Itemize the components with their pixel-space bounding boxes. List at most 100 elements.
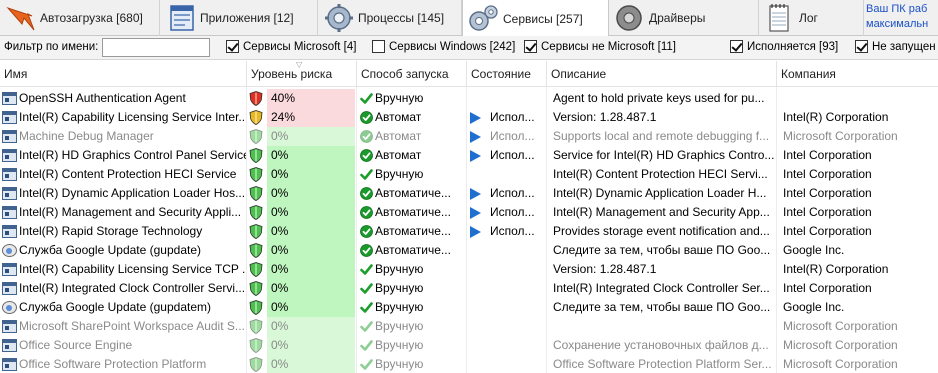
table-row[interactable]: Служба Google Update (gupdate) 0% Автомати… xyxy=(0,241,938,260)
table-row[interactable]: Intel(R) Capability Licensing Service TC… xyxy=(0,260,938,279)
tab-log[interactable]: Лог xyxy=(759,0,864,36)
table-row[interactable]: Intel(R) Integrated Clock Controller Ser… xyxy=(0,279,938,298)
running-play-icon xyxy=(470,188,481,200)
state-text: Испол... xyxy=(490,186,535,200)
running-play-icon xyxy=(470,226,481,238)
description-cell: Provides storage event notification and.… xyxy=(553,224,770,238)
company-cell: Microsoft Corporation xyxy=(783,338,898,352)
description-cell xyxy=(553,317,775,336)
table-row[interactable]: Intel(R) Capability Licensing Service In… xyxy=(0,108,938,127)
checkbox-non-microsoft-services[interactable]: Сервисы не Microsoft [11] xyxy=(524,40,676,53)
state-cell xyxy=(469,89,548,108)
service-name: Служба Google Update (gupdatem) xyxy=(19,300,211,314)
google-service-icon xyxy=(2,301,17,314)
table-row[interactable]: Intel(R) Content Protection HECI Service… xyxy=(0,165,938,184)
company-cell: Google Inc. xyxy=(783,243,845,257)
table-row[interactable]: Intel(R) HD Graphics Control Panel Servi… xyxy=(0,146,938,165)
service-name-cell: Intel(R) HD Graphics Control Panel Servi… xyxy=(0,146,246,165)
risk-level-cell: 0% xyxy=(249,260,355,279)
table-row[interactable]: Intel(R) Rapid Storage Technology 0% Автом… xyxy=(0,222,938,241)
company-cell: Intel Corporation xyxy=(783,167,872,181)
checkbox-box[interactable] xyxy=(372,40,385,53)
service-name: Office Source Engine xyxy=(19,338,133,352)
description-cell: Supports local and remote debugging f... xyxy=(553,129,770,143)
service-name-cell: Office Source Engine xyxy=(0,336,246,355)
company-cell: Intel(R) Corporation xyxy=(783,262,889,276)
service-name: Intel(R) Content Protection HECI Service xyxy=(19,167,237,181)
table-header: Имя Уровень риска Способ запуска Состоян… xyxy=(0,61,938,87)
state-cell: Испол... xyxy=(469,146,548,165)
company-cell: Intel Corporation xyxy=(783,148,872,162)
description-cell: Agent to hold private keys used for pu..… xyxy=(553,91,765,105)
table-row[interactable]: Служба Google Update (gupdatem) 0% Вручную… xyxy=(0,298,938,317)
tab-drivers[interactable]: Драйверы xyxy=(609,0,759,36)
table-row[interactable]: Intel(R) Dynamic Application Loader Hos.… xyxy=(0,184,938,203)
risk-level-cell: 0% xyxy=(249,203,355,222)
shield-green-icon xyxy=(249,319,263,334)
checkbox-running[interactable]: Исполняется [93] xyxy=(730,40,838,53)
tab-services[interactable]: Сервисы [257] xyxy=(462,0,609,37)
checkbox-box[interactable] xyxy=(730,40,743,53)
column-header-description[interactable]: Описание xyxy=(547,61,777,87)
checkbox-box[interactable] xyxy=(226,40,239,53)
risk-level-cell: 0% xyxy=(249,336,355,355)
checkbox-microsoft-services[interactable]: Сервисы Microsoft [4] xyxy=(226,40,356,53)
table-row[interactable]: Office Software Protection Platform 0% Вру… xyxy=(0,355,938,373)
startup-type-cell: Автомат xyxy=(359,127,465,146)
service-name-cell: Intel(R) Capability Licensing Service TC… xyxy=(0,260,246,279)
filter-name-input[interactable] xyxy=(102,38,210,57)
risk-percent: 0% xyxy=(271,186,289,200)
startup-type: Вручную xyxy=(375,319,424,333)
checkbox-label: Сервисы Microsoft [4] xyxy=(243,40,357,53)
startup-type-cell: Автомат xyxy=(359,146,465,165)
state-cell xyxy=(469,260,548,279)
table-row[interactable]: Intel(R) Management and Security Appli..… xyxy=(0,203,938,222)
green-check-circle-icon xyxy=(360,149,373,162)
startup-type: Вручную xyxy=(375,167,424,181)
startup-type-cell: Вручную xyxy=(359,317,465,336)
table-row[interactable]: Machine Debug Manager 0% Автомат Испол... Su… xyxy=(0,127,938,146)
table-row[interactable]: Microsoft SharePoint Workspace Audit S..… xyxy=(0,317,938,336)
risk-percent: 40% xyxy=(271,91,296,105)
startup-type: Вручную xyxy=(375,357,424,371)
shield-green-icon xyxy=(249,224,263,239)
tab-startup[interactable]: Автозагрузка [680] xyxy=(0,0,160,36)
checkbox-box[interactable] xyxy=(855,40,868,53)
service-name-cell: Служба Google Update (gupdatem) xyxy=(0,298,246,317)
promo-link[interactable]: Ваш ПК раб максимальн xyxy=(866,2,938,32)
processes-gear-icon xyxy=(318,0,358,36)
state-cell xyxy=(469,336,548,355)
service-name: Office Software Protection Platform xyxy=(19,357,207,371)
state-text: Испол... xyxy=(490,129,535,143)
checkbox-not-running[interactable]: Не запущен [ xyxy=(855,40,938,53)
service-name-cell: Machine Debug Manager xyxy=(0,127,246,146)
column-header-name[interactable]: Имя xyxy=(0,61,247,87)
service-name: OpenSSH Authentication Agent xyxy=(19,91,186,105)
column-header-startup-type[interactable]: Способ запуска xyxy=(357,61,467,87)
startup-icon xyxy=(0,0,40,36)
risk-level-cell: 24% xyxy=(249,108,355,127)
green-check-icon xyxy=(360,263,373,276)
green-check-icon xyxy=(360,320,373,333)
startup-type-cell: Вручную xyxy=(359,165,465,184)
checkbox-windows-services[interactable]: Сервисы Windows [242] xyxy=(372,40,515,53)
shield-green-icon xyxy=(249,205,263,220)
service-name: Intel(R) Capability Licensing Service TC… xyxy=(19,262,246,276)
tab-applications[interactable]: Приложения [12] xyxy=(160,0,318,36)
tab-processes[interactable]: Процессы [145] xyxy=(318,0,462,36)
service-icon xyxy=(2,320,17,333)
table-row[interactable]: Office Source Engine 0% Вручную Сохранение … xyxy=(0,336,938,355)
table-row[interactable]: OpenSSH Authentication Agent 40% Вручную Ag… xyxy=(0,89,938,108)
risk-percent: 0% xyxy=(271,319,289,333)
service-icon xyxy=(2,206,17,219)
description-cell: Сохранение установочных файлов д... xyxy=(553,338,769,352)
checkbox-box[interactable] xyxy=(524,40,537,53)
state-cell: Испол... xyxy=(469,222,548,241)
column-header-state[interactable]: Состояние xyxy=(467,61,547,87)
description-cell: Office Software Protection Platform Ser.… xyxy=(553,357,772,371)
column-header-company[interactable]: Компания xyxy=(777,61,938,87)
shield-green-icon xyxy=(249,262,263,277)
startup-type-cell: Вручную xyxy=(359,336,465,355)
service-icon xyxy=(2,263,17,276)
service-name: Microsoft SharePoint Workspace Audit S..… xyxy=(19,319,245,333)
